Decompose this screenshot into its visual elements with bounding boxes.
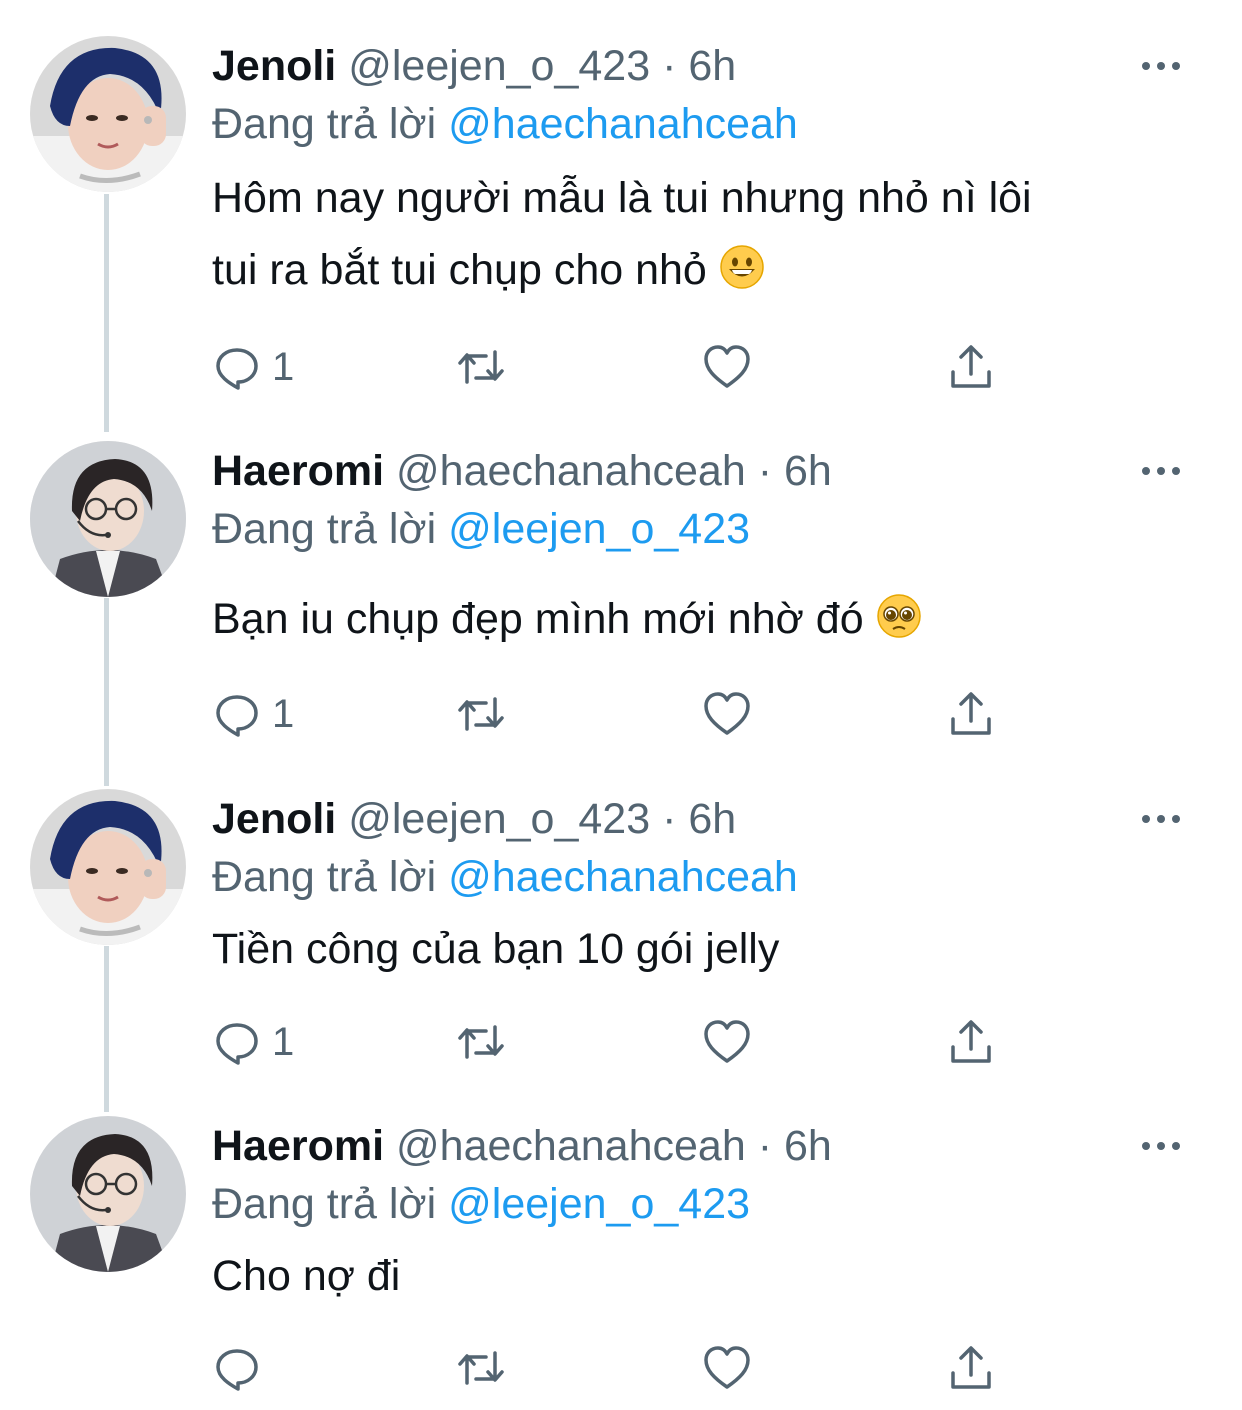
mention-link[interactable]: @leejen_o_423 bbox=[448, 1180, 750, 1228]
heart-icon bbox=[704, 1020, 750, 1063]
tweet-actions: 1 bbox=[212, 339, 1012, 395]
retweet-button[interactable] bbox=[456, 1340, 506, 1396]
retweet-icon bbox=[458, 350, 504, 384]
retweet-button[interactable] bbox=[456, 686, 506, 742]
like-button[interactable] bbox=[702, 1340, 752, 1396]
tweet-header: Jenoli @leejen_o_423 · 6h bbox=[212, 36, 736, 96]
avatar[interactable] bbox=[30, 36, 186, 192]
retweet-icon bbox=[458, 1351, 504, 1385]
heart-icon bbox=[704, 1346, 750, 1389]
share-icon bbox=[951, 692, 991, 735]
tweet-text: Bạn iu chụp đẹp mình mới nhờ đó bbox=[212, 583, 1192, 655]
timestamp[interactable]: · 6h bbox=[662, 795, 736, 843]
tweet-actions bbox=[212, 1340, 1012, 1396]
timestamp[interactable]: · 6h bbox=[758, 447, 832, 495]
handle[interactable]: @leejen_o_423 bbox=[348, 42, 650, 90]
avatar[interactable] bbox=[30, 441, 186, 597]
tweet-text: Hôm nay người mẫu là tui nhưng nhỏ nì lô… bbox=[212, 162, 1192, 306]
tweet-text-line: Bạn iu chụp đẹp mình mới nhờ đó bbox=[212, 595, 864, 643]
replying-to-label: Đang trả lời bbox=[212, 1180, 437, 1228]
share-button[interactable] bbox=[946, 686, 996, 742]
tweet-text-line-1: Bạn iu chụp đẹp mình mới nhờ đó bbox=[212, 583, 1192, 655]
share-icon bbox=[951, 1020, 991, 1063]
reply-icon bbox=[216, 1023, 258, 1065]
retweet-button[interactable] bbox=[456, 1014, 506, 1070]
replying-to-label: Đang trả lời bbox=[212, 505, 437, 553]
tweet[interactable]: Haeromi @haechanahceah · 6h Đang trả lời… bbox=[0, 1116, 1242, 1410]
mention-link[interactable]: @haechanahceah bbox=[448, 853, 798, 901]
share-button[interactable] bbox=[946, 1014, 996, 1070]
share-icon bbox=[951, 1346, 991, 1389]
tweet-text-line-2: tui ra bắt tui chụp cho nhỏ bbox=[212, 234, 1192, 306]
handle[interactable]: @leejen_o_423 bbox=[348, 795, 650, 843]
mention-link[interactable]: @haechanahceah bbox=[448, 100, 798, 148]
retweet-button[interactable] bbox=[456, 339, 506, 395]
more-icon[interactable] bbox=[1140, 1136, 1182, 1156]
tweet-text: Tiền công của bạn 10 gói jelly bbox=[212, 913, 1192, 985]
reply-button[interactable]: 1 bbox=[212, 339, 294, 395]
replying-to: Đang trả lời @haechanahceah bbox=[212, 847, 798, 907]
timestamp[interactable]: · 6h bbox=[662, 42, 736, 90]
heart-icon bbox=[704, 345, 750, 388]
display-name[interactable]: Haeromi bbox=[212, 447, 384, 495]
tweet-header: Haeromi @haechanahceah · 6h bbox=[212, 441, 832, 501]
reply-count: 1 bbox=[272, 691, 295, 736]
retweet-icon bbox=[458, 1025, 504, 1059]
more-icon[interactable] bbox=[1140, 56, 1182, 76]
reply-count: 1 bbox=[272, 344, 295, 389]
share-icon bbox=[951, 345, 991, 388]
tweet-header: Haeromi @haechanahceah · 6h bbox=[212, 1116, 832, 1176]
tweet-header: Jenoli @leejen_o_423 · 6h bbox=[212, 789, 736, 849]
replying-to-label: Đang trả lời bbox=[212, 100, 437, 148]
display-name[interactable]: Jenoli bbox=[212, 42, 336, 90]
mention-link[interactable]: @leejen_o_423 bbox=[448, 505, 750, 553]
like-button[interactable] bbox=[702, 686, 752, 742]
avatar[interactable] bbox=[30, 789, 186, 945]
tweet-actions: 1 bbox=[212, 686, 1012, 742]
timestamp[interactable]: · 6h bbox=[758, 1122, 832, 1170]
reply-button[interactable]: 1 bbox=[212, 1014, 294, 1070]
tweet-actions: 1 bbox=[212, 1014, 1012, 1070]
reply-count: 1 bbox=[272, 1019, 295, 1064]
heart-icon bbox=[704, 692, 750, 735]
avatar-glasses-headset bbox=[30, 1116, 186, 1272]
reply-icon bbox=[216, 1349, 258, 1391]
reply-icon bbox=[216, 348, 258, 390]
avatar-blue-hair bbox=[30, 789, 186, 945]
handle[interactable]: @haechanahceah bbox=[396, 447, 746, 495]
share-button[interactable] bbox=[946, 1340, 996, 1396]
tweet[interactable]: Jenoli @leejen_o_423 · 6h Đang trả lời @… bbox=[0, 789, 1242, 1109]
tweet-text: Cho nợ đi bbox=[212, 1240, 1192, 1312]
like-button[interactable] bbox=[702, 339, 752, 395]
reply-button[interactable] bbox=[212, 1340, 272, 1396]
tweet-text-line: Tiền công của bạn 10 gói jelly bbox=[212, 925, 780, 973]
grinning-face-icon bbox=[720, 245, 764, 289]
handle[interactable]: @haechanahceah bbox=[396, 1122, 746, 1170]
tweet[interactable]: Haeromi @haechanahceah · 6h Đang trả lời… bbox=[0, 441, 1242, 781]
display-name[interactable]: Haeromi bbox=[212, 1122, 384, 1170]
more-icon[interactable] bbox=[1140, 809, 1182, 829]
replying-to: Đang trả lời @haechanahceah bbox=[212, 94, 798, 154]
like-button[interactable] bbox=[702, 1014, 752, 1070]
tweet-text-line: tui ra bắt tui chụp cho nhỏ bbox=[212, 246, 707, 294]
display-name[interactable]: Jenoli bbox=[212, 795, 336, 843]
avatar-glasses-headset bbox=[30, 441, 186, 597]
replying-to-label: Đang trả lời bbox=[212, 853, 437, 901]
avatar-blue-hair bbox=[30, 36, 186, 192]
tweet-text-line: Hôm nay người mẫu là tui nhưng nhỏ nì lô… bbox=[212, 174, 1032, 222]
pleading-face-icon bbox=[876, 594, 921, 638]
avatar[interactable] bbox=[30, 1116, 186, 1272]
replying-to: Đang trả lời @leejen_o_423 bbox=[212, 499, 750, 559]
tweet[interactable]: Jenoli @leejen_o_423 · 6h Đang trả lời @… bbox=[0, 36, 1242, 436]
replying-to: Đang trả lời @leejen_o_423 bbox=[212, 1174, 750, 1234]
more-icon[interactable] bbox=[1140, 461, 1182, 481]
tweet-text-line: Cho nợ đi bbox=[212, 1252, 401, 1300]
reply-icon bbox=[216, 695, 258, 737]
retweet-icon bbox=[458, 697, 504, 731]
reply-button[interactable]: 1 bbox=[212, 686, 294, 742]
share-button[interactable] bbox=[946, 339, 996, 395]
